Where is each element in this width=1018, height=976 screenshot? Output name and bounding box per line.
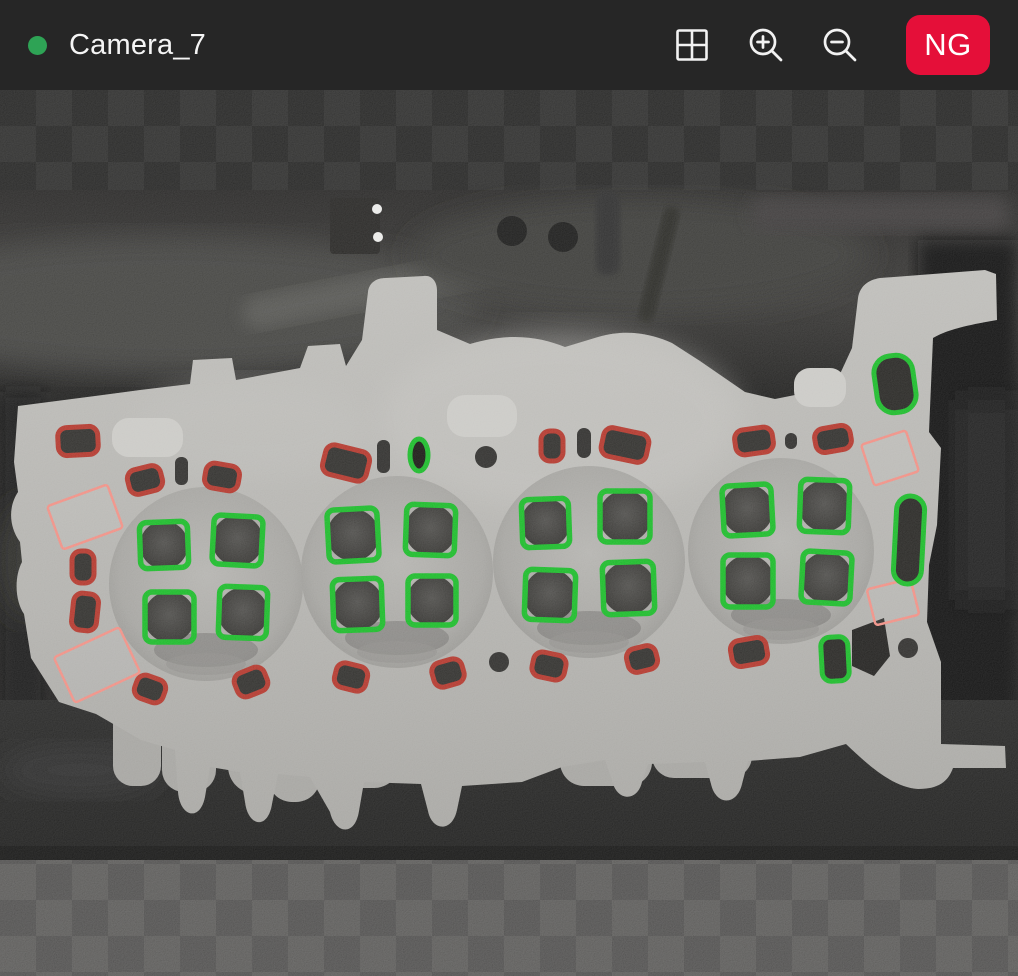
toolbar: NG	[670, 15, 990, 75]
zoom-out-icon	[820, 25, 860, 65]
camera-label: Camera_7	[69, 29, 206, 62]
zoom-in-button[interactable]	[744, 23, 788, 67]
film-grain	[0, 90, 1018, 976]
status-dot-icon	[28, 36, 47, 55]
camera-info: Camera_7	[28, 29, 206, 62]
camera-view-window: Camera_7	[0, 0, 1018, 976]
film-grain-bottom	[0, 860, 1018, 976]
zoom-in-icon	[746, 25, 786, 65]
camera-header: Camera_7	[0, 0, 1018, 90]
grid-view-icon	[673, 26, 711, 64]
result-badge: NG	[906, 15, 990, 75]
grid-view-button[interactable]	[670, 23, 714, 67]
zoom-out-button[interactable]	[818, 23, 862, 67]
image-viewport[interactable]	[0, 90, 1018, 976]
inspection-image	[0, 90, 1018, 976]
